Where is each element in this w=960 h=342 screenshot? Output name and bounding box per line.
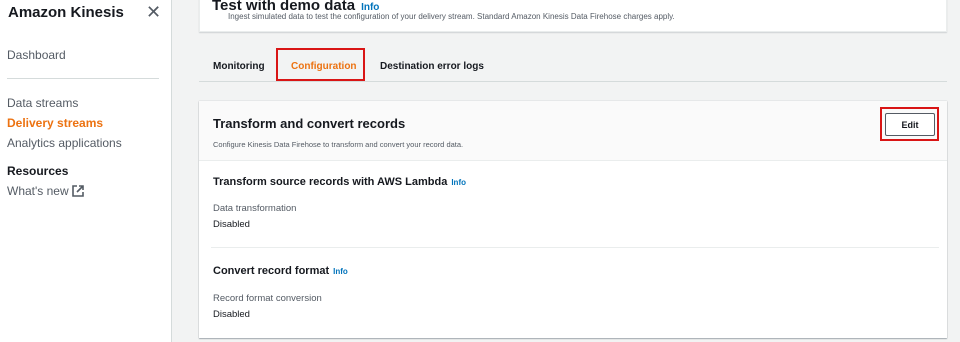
- close-icon[interactable]: ✕: [146, 3, 161, 21]
- sidebar-item-whats-new[interactable]: What's new: [7, 184, 84, 200]
- sidebar-divider: [7, 78, 159, 79]
- record-format-conversion-label: Record format conversion: [213, 293, 322, 304]
- card-header: Transform and convert records Configure …: [199, 101, 947, 161]
- info-link[interactable]: Info: [451, 178, 466, 187]
- sidebar-item-data-streams[interactable]: Data streams: [7, 96, 78, 110]
- tab-monitoring[interactable]: Monitoring: [213, 61, 265, 72]
- format-section-label: Convert record format: [213, 265, 330, 277]
- data-transformation-value: Disabled: [213, 219, 250, 230]
- info-link[interactable]: Info: [333, 267, 348, 276]
- sidebar-item-delivery-streams[interactable]: Delivery streams: [7, 116, 103, 130]
- transform-convert-card: Transform and convert records Configure …: [199, 101, 947, 338]
- record-format-conversion-value: Disabled: [213, 309, 250, 320]
- lambda-section-title: Transform source records with AWS Lambda…: [213, 176, 466, 188]
- external-link-icon: [71, 185, 84, 200]
- sidebar-item-analytics-applications[interactable]: Analytics applications: [7, 136, 122, 150]
- sidebar-section-resources: Resources: [7, 164, 69, 178]
- data-transformation-label: Data transformation: [213, 203, 297, 214]
- demo-data-panel: Test with demo data Info Ingest simulated…: [199, 0, 947, 32]
- configuration-tab-highlight: [276, 48, 365, 81]
- sidebar-item-label: What's new: [7, 184, 69, 198]
- format-section-title: Convert record format Info: [213, 265, 348, 277]
- side-navigation: Amazon Kinesis ✕ Dashboard Data streams …: [0, 0, 172, 342]
- lambda-section-label: Transform source records with AWS Lambda: [213, 176, 448, 188]
- section-divider: [211, 247, 939, 248]
- card-description: Configure Kinesis Data Firehose to trans…: [213, 140, 464, 149]
- edit-button-highlight: [880, 107, 939, 141]
- sidebar-title: Amazon Kinesis: [8, 4, 124, 21]
- card-title: Transform and convert records: [213, 116, 406, 131]
- tab-destination-error-logs[interactable]: Destination error logs: [380, 61, 484, 72]
- sidebar-item-dashboard[interactable]: Dashboard: [7, 48, 66, 62]
- demo-data-description: Ingest simulated data to test the config…: [228, 12, 675, 21]
